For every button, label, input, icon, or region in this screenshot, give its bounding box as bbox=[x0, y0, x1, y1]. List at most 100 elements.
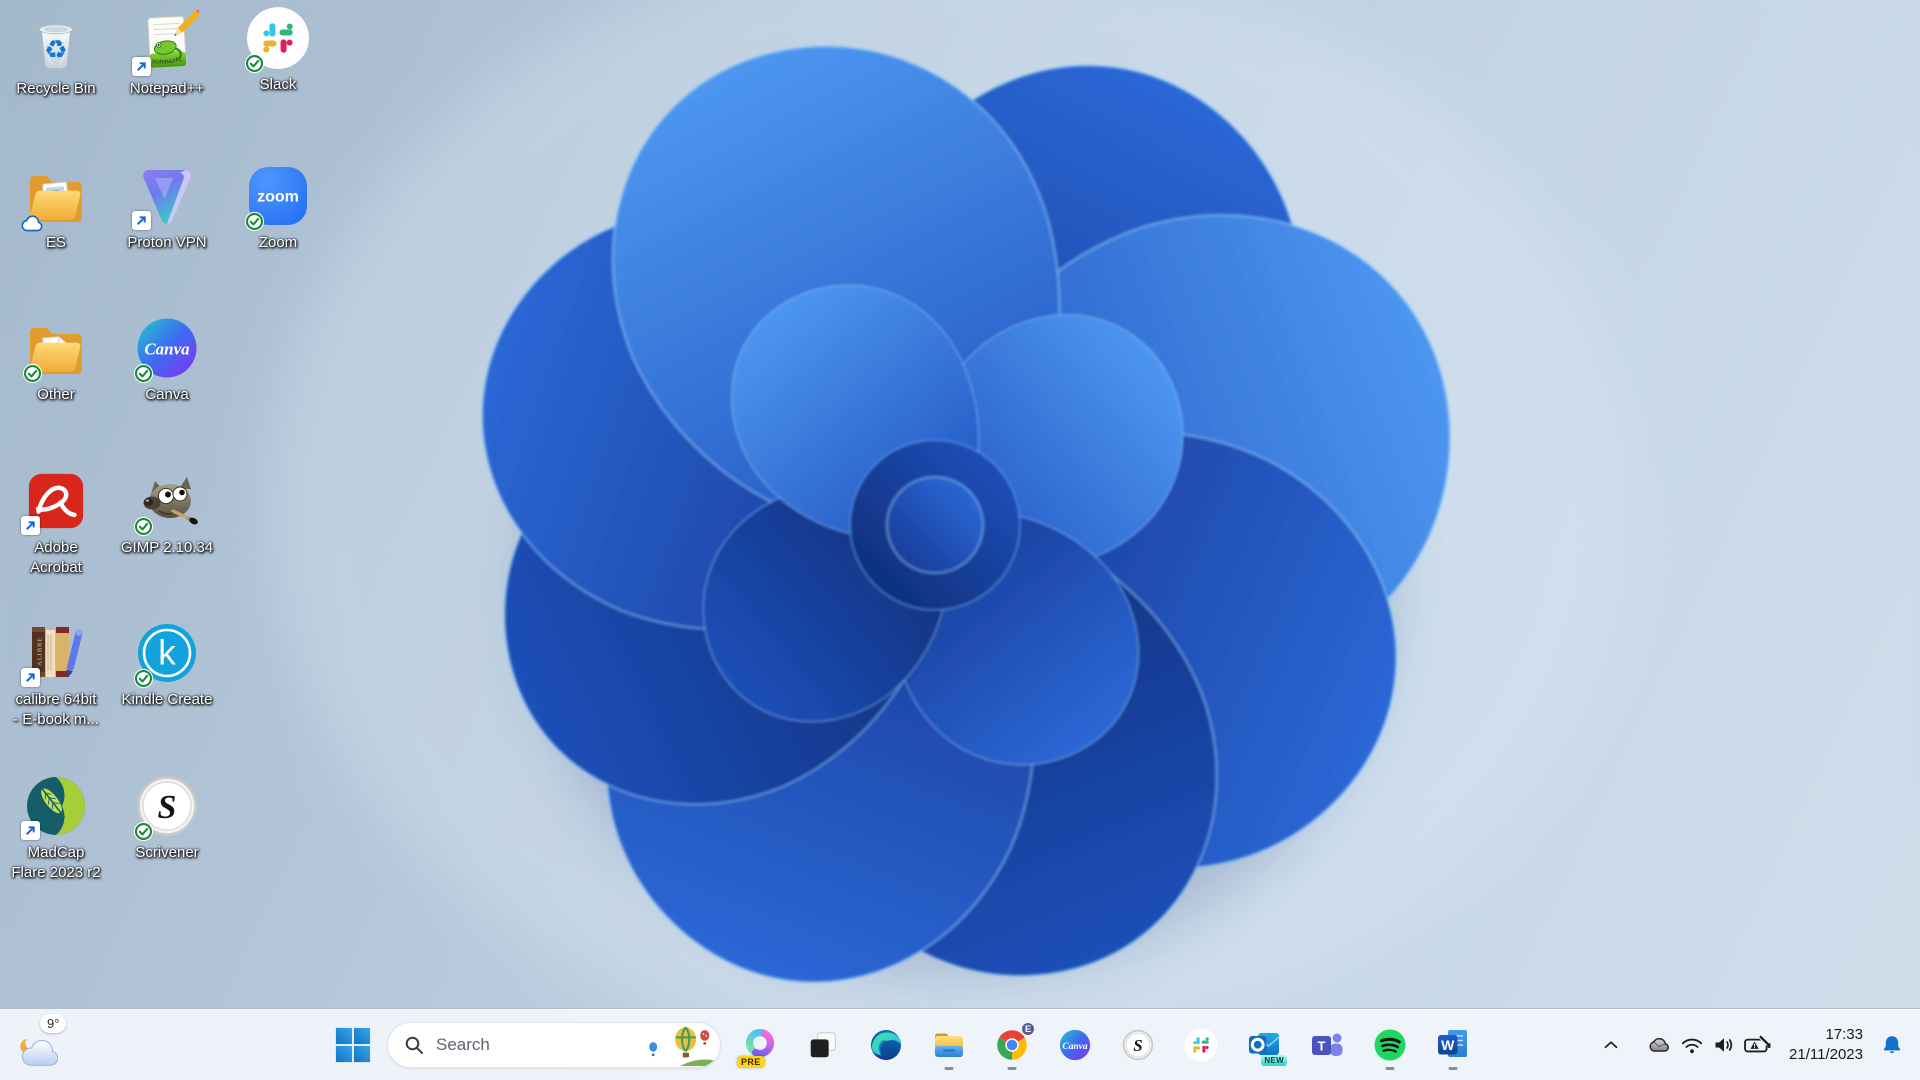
desktop-icon-label: Other bbox=[37, 386, 75, 403]
synced-check-badge bbox=[133, 363, 154, 384]
weather-temperature: 9° bbox=[40, 1014, 67, 1033]
synced-check-badge bbox=[244, 211, 265, 232]
word-icon: W bbox=[1438, 1030, 1467, 1057]
taskbar-edge-button[interactable] bbox=[856, 1016, 916, 1074]
wifi-icon bbox=[1681, 1038, 1703, 1054]
desktop-icon-recycle-bin[interactable]: ♻ Recycle Bin bbox=[1, 8, 111, 99]
desktop-icon-madcap-flare[interactable]: MadCap Flare 2023 r2 bbox=[1, 772, 111, 883]
desktop-icon-notepad-plus-plus[interactable]: Notepad++ Notepad++ bbox=[112, 8, 222, 99]
desktop-icon-adobe-acrobat[interactable]: Adobe Acrobat bbox=[1, 467, 111, 578]
desktop-icon-kindle-create[interactable]: k Kindle Create bbox=[112, 619, 222, 710]
canva-icon: Canva bbox=[133, 314, 201, 384]
desktop-icon-zoom[interactable]: zoom Zoom bbox=[223, 162, 333, 253]
tray-date: 21/11/2023 bbox=[1789, 1046, 1863, 1063]
taskbar-copilot-button[interactable]: PRE bbox=[730, 1016, 790, 1074]
shortcut-arrow-badge bbox=[132, 57, 151, 76]
taskbar-scrivener-button[interactable]: S bbox=[1108, 1016, 1168, 1074]
taskbar: 9° Search PRE E Canva S NEW T W 17:33 21… bbox=[0, 1008, 1920, 1080]
battery-warning-tray-button[interactable] bbox=[1740, 1022, 1776, 1068]
edge-icon bbox=[871, 1030, 902, 1060]
kindle-create-icon: k bbox=[133, 619, 201, 689]
hidden-icons-button[interactable] bbox=[1596, 1022, 1626, 1068]
taskbar-teams-button[interactable]: T bbox=[1297, 1016, 1357, 1074]
weather-cloud-icon bbox=[18, 1033, 64, 1076]
scrivener-icon: S bbox=[133, 772, 201, 842]
desktop-icon-label: Adobe Acrobat bbox=[30, 539, 82, 576]
svg-text:S: S bbox=[1133, 1036, 1142, 1055]
desktop-icon-label: calibre 64bit - E-book m... bbox=[13, 691, 99, 728]
synced-check-badge bbox=[133, 821, 154, 842]
search-daily-image[interactable] bbox=[640, 1024, 716, 1066]
folder-icon bbox=[22, 314, 90, 384]
synced-check-badge bbox=[133, 516, 154, 537]
teams-icon: T bbox=[1312, 1033, 1343, 1056]
svg-text:S: S bbox=[158, 789, 177, 826]
wallpaper-bloom bbox=[270, 0, 1630, 1060]
wifi-tray-button[interactable] bbox=[1676, 1022, 1708, 1068]
taskbar-slack-button[interactable] bbox=[1171, 1016, 1231, 1074]
system-tray: 17:33 21/11/2023 bbox=[1596, 1009, 1908, 1080]
svg-text:ALIBRE: ALIBRE bbox=[37, 637, 44, 666]
running-indicator bbox=[1385, 1067, 1395, 1070]
desktop-icon-proton-vpn[interactable]: Proton VPN bbox=[112, 162, 222, 253]
taskbar-spotify-button[interactable] bbox=[1360, 1016, 1420, 1074]
chrome-profile-badge: E bbox=[1020, 1021, 1036, 1037]
adobe-acrobat-icon bbox=[21, 467, 90, 535]
outlook-new-badge: NEW bbox=[1261, 1055, 1287, 1066]
tray-time: 17:33 bbox=[1825, 1025, 1863, 1043]
svg-text:Canva: Canva bbox=[1062, 1042, 1087, 1052]
desktop-icon-label: Zoom bbox=[258, 234, 298, 251]
search-input[interactable]: Search bbox=[387, 1022, 721, 1068]
taskbar-task-view-button[interactable] bbox=[793, 1016, 853, 1074]
desktop-icon-label: MadCap Flare 2023 r2 bbox=[11, 844, 101, 881]
desktop-icon-other-folder[interactable]: Other bbox=[1, 314, 111, 405]
svg-text:T: T bbox=[1318, 1039, 1326, 1054]
recycle-bin-icon: ♻ bbox=[22, 8, 90, 76]
search-placeholder: Search bbox=[436, 1035, 490, 1054]
synced-check-badge bbox=[22, 363, 43, 384]
taskbar-canva-button[interactable]: Canva bbox=[1045, 1016, 1105, 1074]
calibre-icon: ALIBRE bbox=[21, 619, 90, 687]
svg-text:♻: ♻ bbox=[44, 35, 67, 65]
desktop-icon-label: Proton VPN bbox=[127, 234, 207, 251]
desktop-icon-slack[interactable]: Slack bbox=[223, 4, 333, 95]
slack-icon bbox=[244, 4, 312, 74]
volume-tray-button[interactable] bbox=[1708, 1022, 1740, 1068]
chevron-up-icon bbox=[1604, 1041, 1618, 1049]
zoom-icon: zoom bbox=[244, 162, 312, 232]
notification-bell-icon bbox=[1883, 1036, 1901, 1054]
slack-icon bbox=[1184, 1028, 1218, 1062]
file-explorer-icon bbox=[935, 1033, 963, 1057]
taskbar-word-button[interactable]: W bbox=[1423, 1016, 1483, 1074]
onedrive-cloud-badge bbox=[18, 214, 44, 232]
svg-text:Canva: Canva bbox=[144, 340, 190, 359]
battery-warning-icon bbox=[1744, 1035, 1771, 1053]
desktop-icon-gimp[interactable]: GIMP 2.10.34 bbox=[112, 467, 222, 558]
taskbar-weather-widget[interactable]: 9° bbox=[8, 1009, 168, 1080]
gimp-icon bbox=[133, 467, 201, 537]
desktop-icon-es-folder[interactable]: ES bbox=[1, 162, 111, 253]
desktop-icon-label: Kindle Create bbox=[121, 691, 213, 708]
tray-clock[interactable]: 17:33 21/11/2023 bbox=[1776, 1022, 1876, 1068]
shortcut-arrow-badge bbox=[21, 516, 40, 535]
start-button[interactable] bbox=[328, 1016, 378, 1074]
desktop-icon-label: GIMP 2.10.34 bbox=[120, 539, 214, 556]
notepad-plus-plus-icon: Notepad++ bbox=[132, 8, 201, 76]
notification-center-button[interactable] bbox=[1876, 1022, 1908, 1068]
desktop-icon-calibre[interactable]: ALIBRE calibre 64bit - E-book m... bbox=[1, 619, 111, 730]
copilot-preview-badge: PRE bbox=[737, 1056, 765, 1068]
desktop-icon-label: Scrivener bbox=[135, 844, 199, 861]
windows-logo-icon bbox=[335, 1027, 371, 1063]
running-indicator bbox=[1007, 1067, 1017, 1070]
shortcut-arrow-badge bbox=[21, 668, 40, 687]
onedrive-cloud-icon bbox=[1649, 1038, 1669, 1052]
shortcut-arrow-badge bbox=[21, 821, 40, 840]
desktop-icon-scrivener[interactable]: S Scrivener bbox=[112, 772, 222, 863]
taskbar-outlook-button[interactable]: NEW bbox=[1234, 1016, 1294, 1074]
desktop-icon-label: Slack bbox=[259, 76, 297, 93]
shortcut-arrow-badge bbox=[132, 211, 151, 230]
taskbar-file-explorer-button[interactable] bbox=[919, 1016, 979, 1074]
taskbar-chrome-button[interactable]: E bbox=[982, 1016, 1042, 1074]
onedrive-tray-button[interactable] bbox=[1642, 1022, 1676, 1068]
desktop-icon-canva[interactable]: Canva Canva bbox=[112, 314, 222, 405]
